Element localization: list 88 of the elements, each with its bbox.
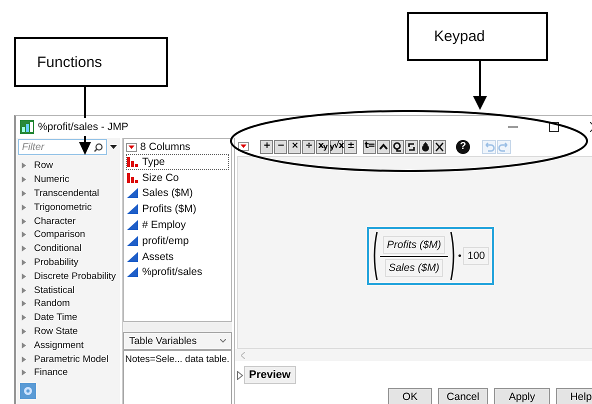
function-category[interactable]: Parametric Model	[34, 354, 108, 365]
preview-button[interactable]: Preview	[244, 366, 296, 384]
column-item[interactable]: Assets	[126, 248, 229, 265]
undo-icon[interactable]	[482, 140, 496, 154]
expand-triangle-icon[interactable]	[21, 369, 27, 376]
expand-triangle-icon[interactable]	[21, 314, 27, 322]
redo-icon[interactable]	[497, 140, 511, 154]
notes-text: Notes=Sele... data table.	[125, 354, 230, 365]
keypad-key[interactable]: ÷	[302, 140, 315, 154]
caret-icon[interactable]	[377, 140, 390, 154]
formula-term[interactable]: 100	[463, 247, 490, 266]
expand-triangle-icon[interactable]	[21, 272, 27, 280]
column-item[interactable]: Profits ($M)	[126, 201, 229, 218]
right-parenthesis-icon	[450, 231, 456, 282]
function-category[interactable]: Date Time	[34, 312, 78, 324]
bar-chart-icon	[127, 156, 138, 167]
expand-triangle-icon[interactable]	[21, 162, 27, 170]
expand-triangle-icon[interactable]	[21, 300, 27, 308]
column-item[interactable]: # Employ	[126, 217, 229, 233]
function-category[interactable]: Character	[34, 216, 76, 227]
triangle-ramp-icon	[127, 267, 138, 278]
keypad-key[interactable]: +	[260, 140, 273, 154]
column-item[interactable]: Size Co	[126, 170, 229, 186]
keypad-key[interactable]: t=	[363, 140, 376, 154]
expand-triangle-icon[interactable]	[21, 245, 27, 252]
keypad-key[interactable]: −	[274, 140, 287, 154]
columns-header: 8 Columns	[140, 141, 190, 153]
expand-triangle-icon[interactable]	[21, 231, 27, 238]
expand-triangle-icon[interactable]	[21, 176, 27, 184]
bar-chart-icon	[127, 172, 138, 183]
function-category[interactable]: Assignment	[34, 340, 84, 351]
column-item[interactable]: %profit/sales	[126, 264, 229, 280]
keypad-key[interactable]: ±	[344, 140, 357, 154]
dropdown-arrow-icon[interactable]	[110, 145, 118, 149]
column-item[interactable]: Type	[126, 154, 229, 170]
menu-triangle-icon[interactable]	[238, 142, 249, 152]
function-category[interactable]: Conditional	[34, 243, 82, 254]
dialog-button[interactable]: OK	[388, 388, 432, 404]
formula-term[interactable]: Sales ($M)	[384, 258, 444, 277]
triangle-ramp-icon	[127, 236, 138, 246]
dialog-button[interactable]: Cancel	[438, 388, 488, 404]
triangle-ramp-icon	[127, 188, 138, 198]
function-category[interactable]: Numeric	[34, 174, 70, 186]
function-category[interactable]: Random	[34, 298, 70, 310]
filter-field[interactable]: Filter	[18, 139, 108, 155]
function-category[interactable]: Statistical	[34, 284, 75, 296]
expand-triangle-icon[interactable]	[21, 218, 27, 225]
annotation-box: Functions	[14, 37, 168, 87]
chevron-down-icon	[220, 339, 226, 343]
help-button[interactable]: ?	[456, 140, 470, 154]
dialog-button[interactable]: Help	[556, 388, 592, 404]
expand-triangle-icon[interactable]	[21, 286, 27, 294]
gear-icon[interactable]	[20, 383, 36, 399]
column-item[interactable]: profit/emp	[126, 232, 229, 249]
search-icon	[94, 143, 104, 152]
annotation-box: Keypad	[407, 12, 548, 61]
arrow	[473, 61, 487, 110]
keypad-key[interactable]: ×	[288, 140, 301, 154]
function-category[interactable]: Trigonometric	[34, 202, 92, 213]
function-category[interactable]: Row State	[34, 326, 78, 337]
expand-triangle-icon[interactable]	[21, 328, 27, 335]
triangle-ramp-icon	[127, 220, 138, 230]
window-title: %profit/sales - JMP	[38, 121, 128, 133]
triangle-ramp-icon	[127, 204, 138, 214]
expand-triangle-icon[interactable]	[21, 190, 27, 197]
column-item[interactable]: Sales ($M)	[126, 186, 229, 202]
function-category[interactable]: Finance	[34, 367, 68, 378]
formula-box[interactable]: Profits ($M) Sales ($M) • 100	[366, 227, 494, 286]
function-category[interactable]: Comparison	[34, 229, 86, 240]
left-parenthesis-icon	[372, 231, 378, 282]
maximize-icon[interactable]	[549, 122, 559, 132]
expand-triangle-icon[interactable]	[21, 204, 27, 211]
formula-term[interactable]: Profits ($M)	[382, 236, 446, 254]
expand-triangle-icon[interactable]	[21, 258, 27, 266]
app-icon	[20, 120, 34, 134]
multiply-operator: •	[458, 250, 462, 262]
disclosure-triangle-icon[interactable]	[237, 370, 243, 380]
triangle-ramp-icon	[127, 252, 138, 262]
function-category[interactable]: Row	[34, 160, 54, 172]
function-category[interactable]: Transcendental	[34, 188, 100, 199]
expand-triangle-icon[interactable]	[21, 356, 27, 363]
table-variables-dropdown[interactable]: Table Variables	[123, 332, 232, 350]
dialog-button[interactable]: Apply	[494, 388, 550, 404]
expand-triangle-icon[interactable]	[21, 342, 27, 349]
function-category[interactable]: Probability	[34, 256, 78, 268]
scroll-left-icon[interactable]	[241, 352, 245, 359]
function-category[interactable]: Discrete Probability	[34, 270, 116, 282]
delete-x-icon[interactable]	[433, 140, 446, 154]
